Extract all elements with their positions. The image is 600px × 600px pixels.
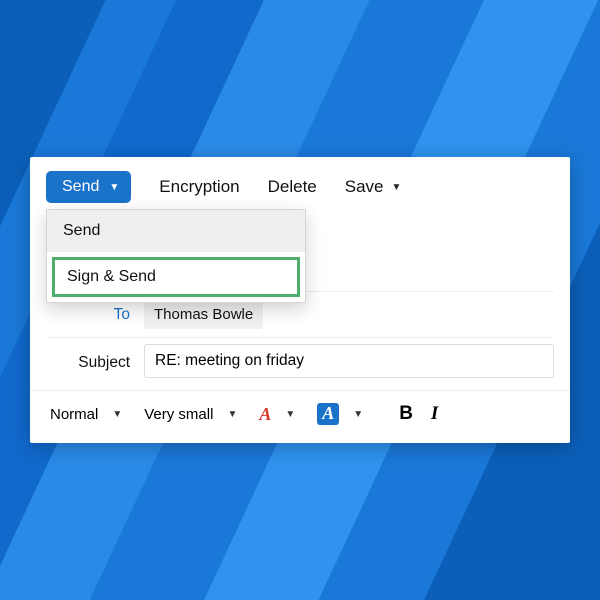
subject-input[interactable] <box>144 344 554 378</box>
highlight-color-select[interactable]: A ▼ <box>311 401 369 427</box>
send-button[interactable]: Send ▼ <box>46 171 131 203</box>
send-dropdown-menu: Send Sign & Send <box>46 209 306 303</box>
format-toolbar: Normal ▼ Very small ▼ A ▼ A ▼ B I <box>30 390 570 439</box>
desktop-background: Send ▼ Encryption Delete Save ▼ Send Sig… <box>0 0 600 600</box>
to-label[interactable]: To <box>46 306 144 324</box>
compose-panel: Send ▼ Encryption Delete Save ▼ Send Sig… <box>30 157 570 443</box>
encryption-button[interactable]: Encryption <box>159 175 239 199</box>
compose-toolbar: Send ▼ Encryption Delete Save ▼ <box>30 157 570 213</box>
send-button-label: Send <box>62 178 99 196</box>
bold-button[interactable]: B <box>395 403 417 425</box>
save-button[interactable]: Save ▼ <box>345 175 402 199</box>
font-size-label: Very small <box>144 406 213 423</box>
text-color-select[interactable]: A ▼ <box>253 402 301 427</box>
font-size-select[interactable]: Very small ▼ <box>138 404 243 425</box>
paragraph-style-label: Normal <box>50 406 98 423</box>
chevron-down-icon: ▼ <box>392 182 402 193</box>
text-color-icon: A <box>259 404 271 425</box>
menu-item-sign-and-send[interactable]: Sign & Send <box>51 256 301 298</box>
chevron-down-icon: ▼ <box>285 409 295 420</box>
chevron-down-icon: ▼ <box>353 409 363 420</box>
chevron-down-icon: ▼ <box>227 409 237 420</box>
menu-item-send[interactable]: Send <box>47 210 305 252</box>
save-button-label: Save <box>345 177 384 197</box>
italic-button[interactable]: I <box>427 403 442 425</box>
highlight-color-icon: A <box>317 403 339 425</box>
delete-button[interactable]: Delete <box>268 175 317 199</box>
subject-label: Subject <box>46 354 144 372</box>
chevron-down-icon: ▼ <box>112 409 122 420</box>
chevron-down-icon: ▼ <box>109 182 119 193</box>
recipient-chip[interactable]: Thomas Bowle <box>144 300 263 329</box>
paragraph-style-select[interactable]: Normal ▼ <box>44 404 128 425</box>
subject-row: Subject <box>46 337 554 388</box>
